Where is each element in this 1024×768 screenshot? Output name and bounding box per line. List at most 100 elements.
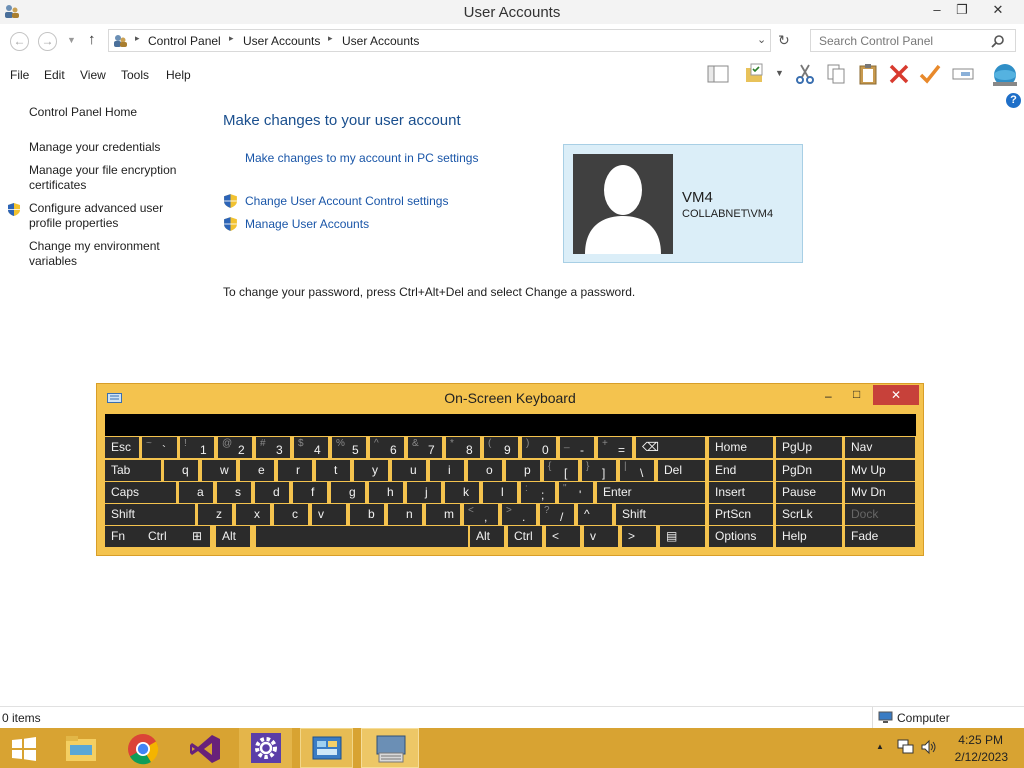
sidebar-advanced-profile[interactable]: Configure advanced user profile properti… — [29, 201, 184, 231]
osk-key-6[interactable]: ^ 6 — [370, 437, 404, 458]
osk-key-x232b[interactable]: ⌫ — [636, 437, 705, 458]
up-arrow-icon[interactable]: ↑ — [88, 31, 96, 48]
menu-tools[interactable]: Tools — [121, 68, 149, 82]
osk-key-o[interactable]: o — [468, 460, 502, 481]
forward-button[interactable]: → — [38, 32, 57, 51]
osk-key-options[interactable]: Options — [709, 526, 773, 547]
osk-key-pgup[interactable]: PgUp — [776, 437, 842, 458]
taskbar-control-panel-app[interactable] — [300, 728, 353, 768]
paste-icon[interactable] — [856, 62, 880, 86]
osk-close-button[interactable]: ✕ — [873, 385, 919, 405]
osk-key-x[interactable]: x — [236, 504, 270, 525]
osk-key-u[interactable]: u — [392, 460, 426, 481]
show-hidden-icons-icon[interactable]: ▲ — [876, 742, 884, 751]
osk-key-pause[interactable]: Pause — [776, 482, 842, 503]
minimize-button[interactable]: – — [926, 0, 948, 22]
osk-key-ctrl[interactable]: Ctrl — [508, 526, 542, 547]
osk-key-3[interactable]: #3 — [256, 437, 290, 458]
osk-key-x5c[interactable]: | \ — [620, 460, 654, 481]
osk-key-x27[interactable]: " ' — [559, 482, 593, 503]
menu-help[interactable]: Help — [166, 68, 191, 82]
network-globe-icon[interactable] — [990, 62, 1020, 88]
osk-key-a[interactable]: a — [179, 482, 213, 503]
pc-settings-link[interactable]: Make changes to my account in PC setting… — [245, 151, 478, 165]
osk-key-mv-dn[interactable]: Mv Dn — [845, 482, 915, 503]
delete-icon[interactable] — [887, 62, 911, 86]
osk-key-x3d[interactable]: + = — [598, 437, 632, 458]
osk-key-y[interactable]: y — [354, 460, 388, 481]
osk-key-pgdn[interactable]: PgDn — [776, 460, 842, 481]
osk-key-j[interactable]: j — [407, 482, 441, 503]
breadcrumb-control-panel[interactable]: Control Panel — [148, 34, 221, 48]
sidebar-environment-variables[interactable]: Change my environment variables — [29, 239, 179, 269]
osk-key-8[interactable]: * 8 — [446, 437, 480, 458]
osk-key-del[interactable]: Del — [658, 460, 705, 481]
osk-key-w[interactable]: w — [202, 460, 236, 481]
osk-key-l[interactable]: l — [483, 482, 517, 503]
osk-maximize-button[interactable]: □ — [853, 387, 860, 401]
sidebar-manage-credentials[interactable]: Manage your credentials — [29, 140, 199, 155]
osk-key-i[interactable]: i — [430, 460, 464, 481]
osk-key-5[interactable]: % 5 — [332, 437, 366, 458]
osk-key-x2c[interactable]: <, — [464, 504, 498, 525]
osk-key-shift[interactable]: Shift — [105, 504, 195, 525]
address-bar[interactable]: ▸ Control Panel ▸ User Accounts ▸ User A… — [108, 29, 771, 52]
osk-key-x60[interactable]: ~ ` — [142, 437, 177, 458]
osk-key-m[interactable]: m — [426, 504, 460, 525]
recent-pages-icon[interactable]: ▼ — [67, 35, 76, 45]
osk-key-x25a4[interactable]: ▤ — [660, 526, 705, 547]
address-dropdown-icon[interactable]: ⌄ — [757, 33, 766, 46]
refresh-icon[interactable]: ↻ — [778, 32, 790, 49]
osk-key-h[interactable]: h — [369, 482, 403, 503]
osk-key-d[interactable]: d — [255, 482, 289, 503]
osk-key-ctrl[interactable]: Ctrl — [142, 526, 186, 547]
osk-key-v[interactable]: v — [584, 526, 618, 547]
osk-key-0[interactable]: ) 0 — [522, 437, 556, 458]
osk-key-7[interactable]: & 7 — [408, 437, 442, 458]
osk-key-home[interactable]: Home — [709, 437, 773, 458]
osk-key-x3e[interactable]: > — [622, 526, 656, 547]
copy-icon[interactable] — [824, 62, 848, 86]
osk-key-k[interactable]: k — [445, 482, 479, 503]
close-button[interactable]: ✕ — [978, 0, 1018, 22]
search-icon[interactable] — [991, 34, 1005, 48]
menu-file[interactable]: File — [10, 68, 29, 82]
taskbar-settings-app[interactable] — [239, 728, 292, 768]
osk-key-r[interactable]: r — [278, 460, 312, 481]
rename-icon[interactable] — [951, 62, 975, 86]
osk-key-x2d[interactable]: _ - — [560, 437, 594, 458]
checkmark-icon[interactable] — [918, 62, 942, 86]
osk-key-4[interactable]: $4 — [294, 437, 328, 458]
back-button[interactable]: ← — [10, 32, 29, 51]
restore-button[interactable]: ❐ — [951, 0, 973, 22]
clock-time[interactable]: 4:25 PM — [955, 733, 1003, 747]
osk-key-x229e[interactable]: ⊞ — [186, 526, 210, 547]
cut-icon[interactable] — [793, 62, 817, 86]
osk-key-fade[interactable]: Fade — [845, 526, 915, 547]
osk-key-e[interactable]: e — [240, 460, 274, 481]
taskbar-osk-app[interactable] — [361, 728, 419, 768]
volume-icon[interactable] — [920, 739, 938, 755]
osk-key-x3c[interactable]: < — [546, 526, 580, 547]
sidebar-file-encryption[interactable]: Manage your file encryption certificates — [29, 163, 194, 193]
osk-key-alt[interactable]: Alt — [470, 526, 504, 547]
osk-key-p[interactable]: p — [506, 460, 540, 481]
osk-key-n[interactable]: n — [388, 504, 422, 525]
start-button[interactable] — [10, 736, 38, 762]
breadcrumb-user-accounts[interactable]: User Accounts — [243, 34, 320, 48]
osk-key-x5e[interactable]: ^ — [578, 504, 612, 525]
menu-view[interactable]: View — [80, 68, 106, 82]
osk-key-f[interactable]: f — [293, 482, 327, 503]
osk-key-x5b[interactable]: {[ — [544, 460, 578, 481]
osk-key-1[interactable]: ! 1 — [180, 437, 214, 458]
osk-key-alt[interactable]: Alt — [216, 526, 250, 547]
layout-pane-icon[interactable] — [706, 62, 730, 86]
osk-key-c[interactable]: c — [274, 504, 308, 525]
osk-key-x3b[interactable]: :; — [521, 482, 555, 503]
osk-key-x5d[interactable]: }] — [582, 460, 616, 481]
sidebar-control-panel-home[interactable]: Control Panel Home — [29, 105, 137, 120]
network-icon[interactable] — [897, 739, 915, 755]
search-input[interactable]: Search Control Panel — [810, 29, 1016, 52]
osk-key-tab[interactable]: Tab — [105, 460, 161, 481]
osk-key-help[interactable]: Help — [776, 526, 842, 547]
